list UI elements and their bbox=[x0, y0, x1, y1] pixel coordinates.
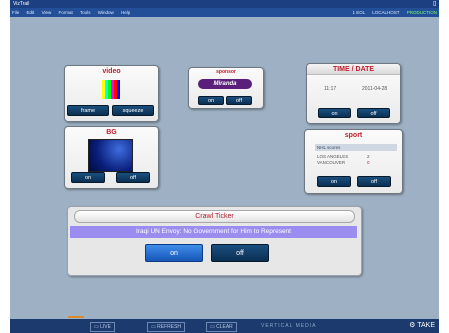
date-value: 2011-04-28 bbox=[362, 86, 388, 92]
crawl-ticker-text: Iraqi UN Envoy: No Government for Him to… bbox=[70, 226, 357, 238]
time-date-off-button[interactable]: off bbox=[357, 108, 390, 118]
menu-bar: File Edit View Format Tools Window Help … bbox=[10, 8, 439, 17]
menu-window[interactable]: Window bbox=[98, 10, 114, 15]
menu-file[interactable]: File bbox=[12, 10, 19, 15]
take-button[interactable]: ⚙ TAKE bbox=[409, 321, 435, 331]
video-panel-title: video bbox=[102, 68, 121, 75]
score-row: VANCOUVER 0 bbox=[317, 160, 393, 166]
squeeze-button[interactable]: squeeze bbox=[112, 105, 154, 116]
footer-bar: ▭ LIVE ▭ REFRESH ▭ CLEAR VERTICAL MEDIA … bbox=[10, 319, 439, 333]
title-bar: VizTrail [] bbox=[10, 0, 439, 8]
color-bars-icon bbox=[102, 80, 120, 99]
menu-help[interactable]: Help bbox=[121, 10, 130, 15]
live-label: LIVE bbox=[100, 324, 111, 330]
live-button[interactable]: ▭ LIVE bbox=[90, 322, 115, 332]
background-preview bbox=[88, 139, 133, 172]
menu-tools[interactable]: Tools bbox=[80, 10, 91, 15]
sponsor-off-button[interactable]: off bbox=[226, 96, 252, 105]
status-item-host: LOCALHOST bbox=[372, 10, 400, 15]
team-score: 0 bbox=[367, 160, 370, 165]
sport-on-button[interactable]: on bbox=[317, 176, 351, 187]
production-indicator: PRODUCTION bbox=[406, 10, 437, 15]
sport-panel-title: sport bbox=[344, 132, 363, 139]
brand-label: VERTICAL MEDIA bbox=[261, 323, 317, 329]
team-name: LOS ANGELES bbox=[317, 154, 349, 159]
bg-on-button[interactable]: on bbox=[71, 172, 105, 183]
bg-off-button[interactable]: off bbox=[116, 172, 150, 183]
time-date-panel-title: TIME / DATE bbox=[332, 66, 375, 73]
crawl-on-button[interactable]: on bbox=[145, 244, 203, 262]
window-title: VizTrail bbox=[13, 1, 30, 7]
crawl-off-button[interactable]: off bbox=[211, 244, 269, 262]
menu: File Edit View Format Tools Window Help bbox=[12, 8, 136, 17]
sponsor-on-button[interactable]: on bbox=[198, 96, 224, 105]
sport-panel: sport NHL scores LOS ANGELES 2 VANCOUVER… bbox=[304, 129, 403, 194]
menu-view[interactable]: View bbox=[42, 10, 52, 15]
status-area: 1 EOL LOCALHOST PRODUCTION bbox=[346, 8, 437, 17]
menu-format[interactable]: Format bbox=[59, 10, 73, 15]
refresh-button[interactable]: ▭ REFRESH bbox=[147, 322, 186, 332]
status-item-eol: 1 EOL bbox=[352, 10, 366, 15]
sponsor-logo: Miranda bbox=[198, 79, 252, 89]
progress-marker bbox=[68, 316, 84, 318]
frame-button[interactable]: frame bbox=[67, 105, 109, 116]
application-window: VizTrail [] File Edit View Format Tools … bbox=[10, 0, 439, 333]
team-name: VANCOUVER bbox=[317, 160, 346, 165]
time-date-panel: TIME / DATE 11:17 2011-04-28 on off bbox=[306, 63, 401, 124]
crawl-ticker-title: Crawl Ticker bbox=[74, 210, 355, 223]
clear-button[interactable]: ▭ CLEAR bbox=[206, 322, 237, 332]
bg-panel: BG on off bbox=[64, 126, 159, 189]
window-controls[interactable]: [] bbox=[433, 0, 436, 8]
sport-off-button[interactable]: off bbox=[357, 176, 391, 187]
menu-edit[interactable]: Edit bbox=[27, 10, 35, 15]
crawl-ticker-panel: Crawl Ticker Iraqi UN Envoy: No Governme… bbox=[67, 206, 362, 276]
sponsor-panel-title: sponsor bbox=[216, 69, 236, 75]
take-label: TAKE bbox=[417, 322, 435, 329]
bg-panel-title: BG bbox=[106, 129, 117, 136]
video-panel: video frame squeeze bbox=[64, 65, 159, 122]
sponsor-panel: sponsor Miranda on off bbox=[188, 67, 264, 109]
time-value: 11:17 bbox=[324, 86, 337, 92]
sport-scores: LOS ANGELES 2 VANCOUVER 0 bbox=[317, 154, 393, 166]
refresh-label: REFRESH bbox=[157, 324, 182, 330]
sport-header: NHL scores bbox=[315, 144, 397, 151]
clear-label: CLEAR bbox=[216, 324, 233, 330]
time-date-on-button[interactable]: on bbox=[318, 108, 351, 118]
